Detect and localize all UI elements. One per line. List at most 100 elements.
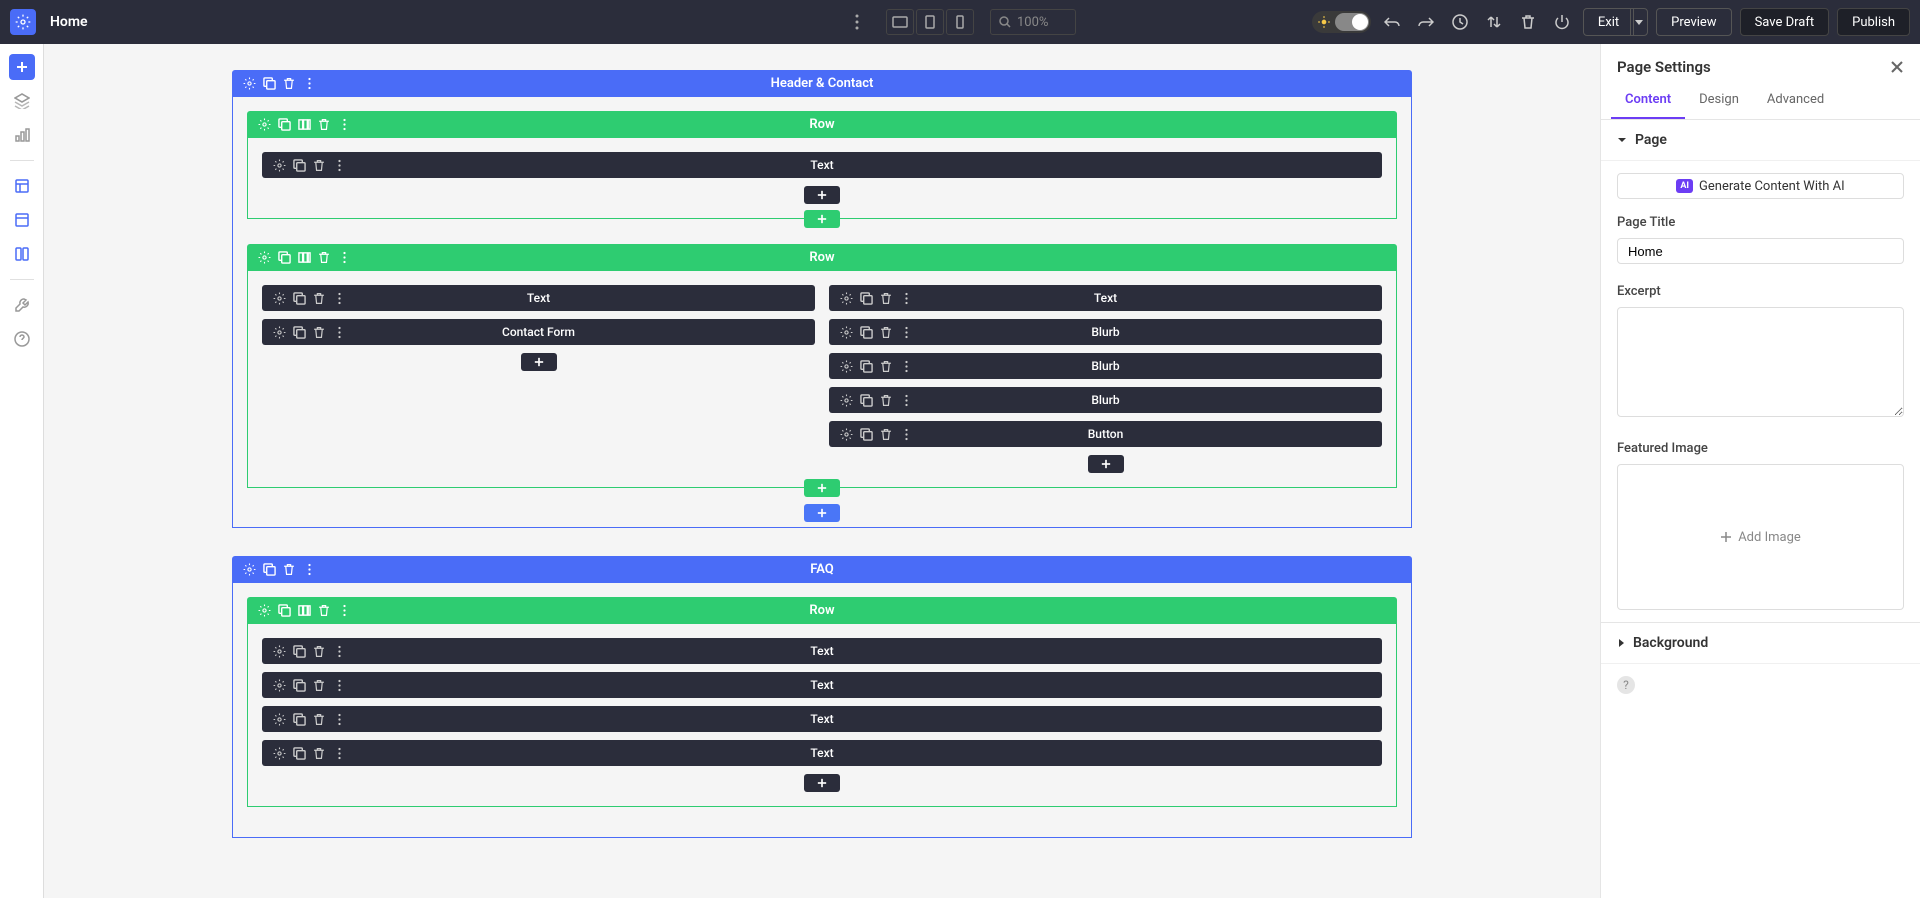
section-more-button[interactable] [300, 75, 318, 93]
module-more-button[interactable] [897, 357, 915, 375]
tools-button[interactable] [9, 292, 35, 318]
tab-design[interactable]: Design [1685, 82, 1753, 119]
row-delete-button[interactable] [315, 602, 333, 620]
save-draft-button[interactable]: Save Draft [1740, 8, 1830, 36]
delete-button[interactable] [1515, 9, 1541, 35]
library-button[interactable] [9, 207, 35, 233]
section-duplicate-button[interactable] [260, 75, 278, 93]
exit-button[interactable]: Exit [1583, 8, 1634, 36]
module-settings-button[interactable] [270, 710, 288, 728]
module-duplicate-button[interactable] [290, 710, 308, 728]
add-element-button[interactable] [9, 54, 35, 80]
layers-button[interactable] [9, 88, 35, 114]
row-header[interactable]: Row [247, 597, 1397, 624]
undo-button[interactable] [1379, 9, 1405, 35]
publish-button[interactable]: Publish [1837, 8, 1910, 36]
power-button[interactable] [1549, 9, 1575, 35]
device-desktop-button[interactable] [886, 9, 914, 35]
add-button[interactable] [804, 210, 840, 228]
add-button[interactable] [804, 479, 840, 497]
module-duplicate-button[interactable] [290, 323, 308, 341]
module-more-button[interactable] [330, 676, 348, 694]
section-settings-button[interactable] [240, 561, 258, 579]
module-settings-button[interactable] [270, 744, 288, 762]
module-text[interactable]: Text [262, 152, 1382, 178]
dark-mode-toggle[interactable] [1335, 13, 1369, 31]
module-duplicate-button[interactable] [290, 676, 308, 694]
module-settings-button[interactable] [270, 323, 288, 341]
row-delete-button[interactable] [315, 249, 333, 267]
add-button[interactable] [804, 186, 840, 204]
module-text[interactable]: Text [829, 285, 1382, 311]
module-blurb[interactable]: Blurb [829, 353, 1382, 379]
section-header[interactable]: FAQ [232, 556, 1412, 583]
redo-button[interactable] [1413, 9, 1439, 35]
row-columns-button[interactable] [295, 249, 313, 267]
module-duplicate-button[interactable] [857, 357, 875, 375]
module-more-button[interactable] [897, 323, 915, 341]
module-more-button[interactable] [330, 323, 348, 341]
module-more-button[interactable] [330, 289, 348, 307]
module-settings-button[interactable] [837, 357, 855, 375]
module-duplicate-button[interactable] [290, 744, 308, 762]
module-delete-button[interactable] [310, 710, 328, 728]
more-menu-button[interactable] [844, 9, 870, 35]
add-button[interactable] [1088, 455, 1124, 473]
module-duplicate-button[interactable] [290, 289, 308, 307]
canvas-area[interactable]: Header & Contact Row [44, 44, 1600, 898]
exit-dropdown-button[interactable] [1630, 8, 1648, 36]
row-more-button[interactable] [335, 116, 353, 134]
module-settings-button[interactable] [837, 289, 855, 307]
row-delete-button[interactable] [315, 116, 333, 134]
module-delete-button[interactable] [310, 323, 328, 341]
history-button[interactable] [1447, 9, 1473, 35]
module-more-button[interactable] [330, 642, 348, 660]
row-more-button[interactable] [335, 602, 353, 620]
add-button[interactable] [521, 353, 557, 371]
module-delete-button[interactable] [310, 156, 328, 174]
row-settings-button[interactable] [255, 116, 273, 134]
module-button[interactable]: Button [829, 421, 1382, 447]
module-blurb[interactable]: Blurb [829, 319, 1382, 345]
module-delete-button[interactable] [877, 289, 895, 307]
row-columns-button[interactable] [295, 116, 313, 134]
import-export-button[interactable] [1481, 9, 1507, 35]
navigator-button[interactable] [9, 122, 35, 148]
section-settings-button[interactable] [240, 75, 258, 93]
module-settings-button[interactable] [837, 425, 855, 443]
module-duplicate-button[interactable] [857, 289, 875, 307]
templates-button[interactable] [9, 173, 35, 199]
add-button[interactable] [804, 504, 840, 522]
module-text[interactable]: Text [262, 285, 815, 311]
module-more-button[interactable] [330, 710, 348, 728]
close-panel-button[interactable] [1890, 60, 1904, 74]
brand-logo-button[interactable] [10, 9, 36, 35]
row-header[interactable]: Row [247, 111, 1397, 138]
row-duplicate-button[interactable] [275, 249, 293, 267]
row-duplicate-button[interactable] [275, 116, 293, 134]
add-button[interactable] [804, 774, 840, 792]
module-settings-button[interactable] [837, 391, 855, 409]
row-header[interactable]: Row [247, 244, 1397, 271]
row-settings-button[interactable] [255, 249, 273, 267]
row-more-button[interactable] [335, 249, 353, 267]
module-contact-form[interactable]: Contact Form [262, 319, 815, 345]
preview-button[interactable]: Preview [1656, 8, 1731, 36]
help-indicator[interactable]: ? [1617, 676, 1635, 694]
module-text[interactable]: Text [262, 740, 1382, 766]
row-settings-button[interactable] [255, 602, 273, 620]
module-duplicate-button[interactable] [857, 425, 875, 443]
section-delete-button[interactable] [280, 75, 298, 93]
module-more-button[interactable] [330, 156, 348, 174]
tab-content[interactable]: Content [1611, 82, 1685, 119]
module-settings-button[interactable] [270, 676, 288, 694]
device-tablet-button[interactable] [916, 9, 944, 35]
module-more-button[interactable] [897, 425, 915, 443]
module-delete-button[interactable] [310, 744, 328, 762]
page-title-input[interactable] [1617, 238, 1904, 264]
help-button[interactable] [9, 326, 35, 352]
module-more-button[interactable] [897, 391, 915, 409]
device-mobile-button[interactable] [946, 9, 974, 35]
zoom-field[interactable]: 100% [990, 9, 1076, 35]
row-duplicate-button[interactable] [275, 602, 293, 620]
